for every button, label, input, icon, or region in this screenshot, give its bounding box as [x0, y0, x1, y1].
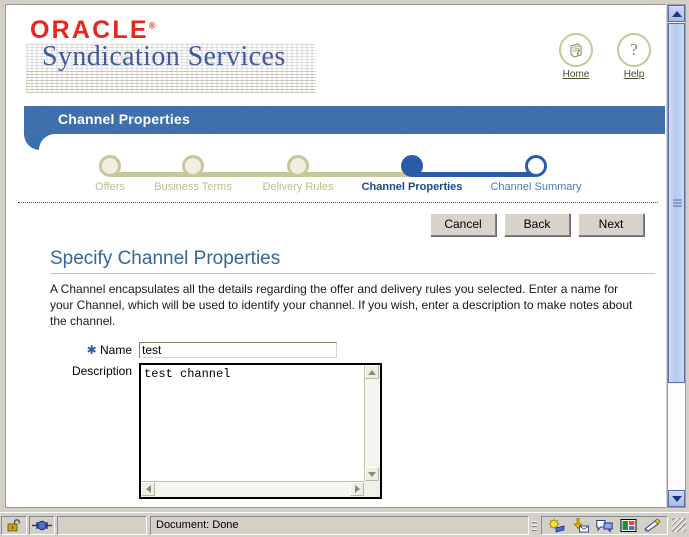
train-step-channel-properties[interactable]: Channel Properties	[350, 155, 474, 193]
global-links: Home ? Help	[555, 33, 655, 80]
window-resize-grip[interactable]	[672, 518, 686, 532]
section-heading: Specify Channel Properties	[50, 248, 655, 274]
chevron-down-icon	[671, 495, 682, 502]
train-step-channel-summary[interactable]: Channel Summary	[478, 155, 594, 193]
cancel-button[interactable]: Cancel	[430, 213, 496, 236]
page-scroll-down-button[interactable]	[668, 490, 685, 507]
question-mark-icon: ?	[617, 33, 651, 67]
page-title: Channel Properties	[58, 111, 190, 127]
status-bar: Document: Done	[0, 512, 689, 537]
component-taskbar	[541, 515, 668, 535]
content-section: Specify Channel Properties A Channel enc…	[50, 248, 655, 329]
description-textarea-value: test channel	[144, 367, 231, 381]
required-asterisk-icon: ✱	[86, 343, 97, 357]
home-link-label: Home	[562, 69, 590, 80]
train-step-offers[interactable]: Offers	[76, 155, 144, 193]
description-textarea[interactable]: test channel	[139, 363, 382, 499]
page-scrollbar-track[interactable]	[668, 384, 685, 489]
train-step-business-terms[interactable]: Business Terms	[139, 155, 247, 193]
registered-trademark-icon: ®	[148, 20, 156, 31]
scrollbar-grip-icon	[673, 199, 682, 207]
wizard-train: Offers Business Terms Delivery Rules Cha…	[6, 155, 665, 203]
browser-content-area: ORACLE® Syndication Services Home ? Help…	[5, 4, 666, 508]
train-label-channel-summary: Channel Summary	[490, 181, 582, 193]
section-description: A Channel encapsulates all the details r…	[50, 282, 633, 328]
description-scrollbar-corner	[364, 481, 380, 497]
chevron-up-icon	[671, 10, 682, 17]
train-divider	[18, 202, 658, 204]
train-label-channel-properties: Channel Properties	[361, 181, 463, 193]
page-vertical-scrollbar[interactable]	[667, 4, 686, 508]
help-link-label: Help	[623, 69, 645, 80]
mail-icon[interactable]	[572, 517, 589, 533]
description-scroll-left-button[interactable]	[141, 482, 155, 496]
train-label-delivery-rules: Delivery Rules	[262, 181, 334, 193]
description-scroll-right-button[interactable]	[350, 482, 364, 496]
chevron-up-icon	[368, 369, 376, 375]
security-lock-indicator[interactable]	[1, 515, 27, 535]
wizard-action-buttons-top: Cancel Back Next	[430, 213, 644, 236]
back-button[interactable]: Back	[504, 213, 570, 236]
application-window: ORACLE® Syndication Services Home ? Help…	[0, 0, 689, 537]
home-icon	[559, 33, 593, 67]
oracle-logo-text: ORACLE	[30, 16, 149, 44]
description-field-row: Description test channel	[50, 363, 450, 499]
description-scroll-down-button[interactable]	[365, 467, 379, 481]
train-dot-channel-summary	[525, 155, 547, 177]
train-dot-business-terms	[182, 155, 204, 177]
train-dot-offers	[99, 155, 121, 177]
unlocked-padlock-icon	[7, 518, 20, 531]
chevron-right-icon	[354, 485, 360, 493]
address-book-icon[interactable]	[620, 518, 637, 533]
connection-indicator[interactable]	[29, 515, 55, 535]
name-label-text: Name	[99, 343, 132, 357]
train-step-delivery-rules[interactable]: Delivery Rules	[246, 155, 350, 193]
help-link[interactable]: ? Help	[613, 33, 655, 80]
chevron-down-icon	[368, 471, 376, 477]
name-field-row: ✱ Name	[50, 342, 450, 359]
branding-header: ORACLE® Syndication Services Home ? Help	[6, 5, 665, 101]
channel-properties-form: ✱ Name Description test channel	[50, 342, 450, 503]
description-horizontal-scrollbar[interactable]	[141, 481, 364, 497]
composer-icon[interactable]	[644, 517, 661, 533]
name-field-label: ✱ Name	[50, 342, 139, 359]
progress-meter	[57, 515, 147, 535]
home-link[interactable]: Home	[555, 33, 597, 80]
train-dot-delivery-rules	[287, 155, 309, 177]
instant-messenger-icon[interactable]	[596, 518, 613, 533]
page-scroll-up-button[interactable]	[668, 5, 685, 22]
description-vertical-scrollbar[interactable]	[364, 365, 380, 481]
statusbar-grip-icon	[532, 519, 537, 531]
description-scroll-up-button[interactable]	[365, 365, 379, 379]
document-status-text: Document: Done	[150, 515, 529, 535]
network-connector-icon	[32, 520, 52, 530]
product-name: Syndication Services	[42, 41, 286, 72]
train-dot-channel-properties	[401, 155, 423, 177]
page-title-band: Channel Properties	[6, 106, 665, 150]
description-field-label: Description	[71, 364, 132, 378]
navigator-icon[interactable]	[548, 518, 565, 533]
oracle-logo: ORACLE®	[30, 18, 155, 43]
next-button[interactable]: Next	[578, 213, 644, 236]
train-label-offers: Offers	[95, 181, 125, 193]
train-label-business-terms: Business Terms	[154, 181, 232, 193]
chevron-left-icon	[145, 485, 151, 493]
name-input[interactable]	[139, 342, 337, 358]
page-scrollbar-thumb[interactable]	[668, 23, 685, 383]
